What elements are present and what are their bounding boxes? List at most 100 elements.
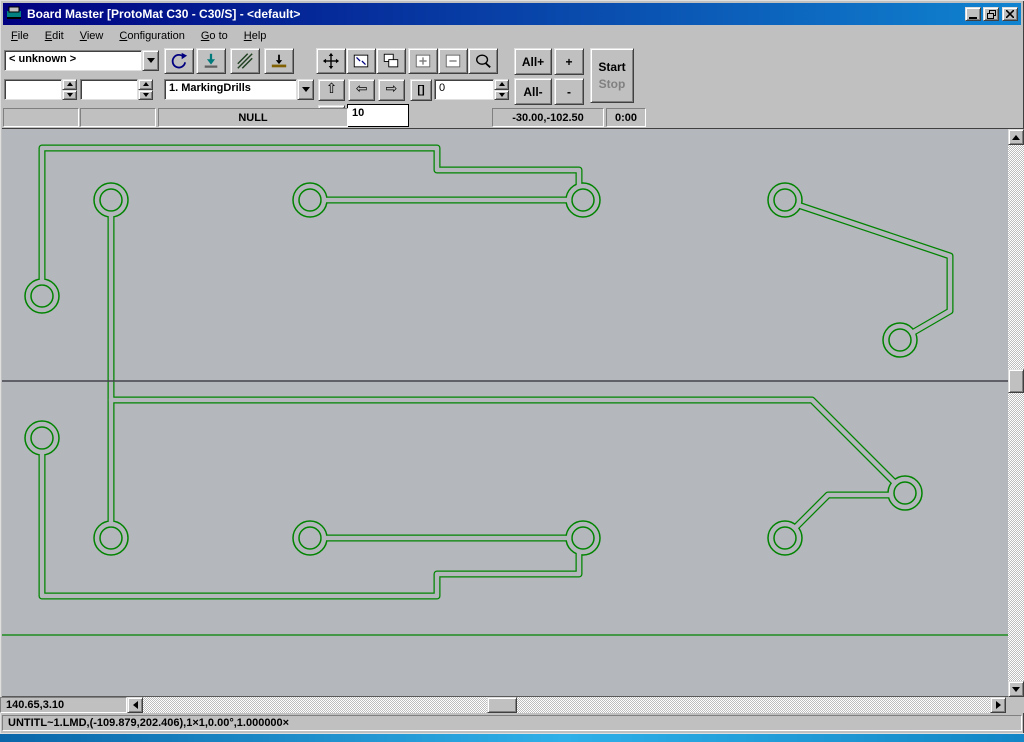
menu-help-label: Help — [244, 30, 267, 42]
production-phase-arrow-icon[interactable] — [297, 79, 314, 100]
scroll-down-icon — [1012, 687, 1020, 692]
x-position-spinner[interactable] — [62, 79, 77, 100]
spin-down-icon[interactable] — [62, 90, 77, 101]
spin-up-icon[interactable] — [138, 79, 153, 90]
menu-goto[interactable]: Go to — [193, 27, 236, 45]
cursor-position-value: 140.65,3.10 — [6, 699, 64, 711]
time-readout-value: 0:00 — [615, 112, 637, 124]
restore-button[interactable] — [983, 7, 999, 21]
zoom-overview-button[interactable] — [376, 48, 406, 74]
head-down-icon — [202, 52, 220, 70]
start-stop-button[interactable]: Start Stop — [590, 48, 634, 103]
all-minus-label: All- — [523, 85, 542, 99]
scroll-up-button[interactable] — [1008, 129, 1024, 145]
start-label[interactable]: Start — [598, 60, 625, 74]
minimize-button[interactable] — [965, 7, 981, 21]
position-readout-value: -30.00,-102.50 — [512, 112, 584, 124]
horizontal-scroll-thumb[interactable] — [487, 697, 517, 713]
production-phase-combo[interactable]: 1. MarkingDrills — [164, 79, 314, 100]
minus-button[interactable]: - — [554, 78, 584, 105]
minus-label: - — [567, 85, 571, 99]
minimize-icon — [969, 17, 977, 19]
pan-view-button[interactable] — [316, 48, 346, 74]
scroll-right-button[interactable] — [990, 697, 1006, 713]
titlebar: Board Master [ProtoMat C30 - C30/S] - <d… — [3, 3, 1021, 25]
production-phase-value: 1. MarkingDrills — [164, 79, 297, 100]
status-cell-1 — [3, 108, 79, 127]
toolbar: < unknown > — [3, 46, 1021, 128]
cursor-position-readout: 140.65,3.10 — [0, 697, 127, 713]
zoom-out-button[interactable] — [438, 48, 468, 74]
status-cell-2 — [80, 108, 156, 127]
menu-help[interactable]: Help — [236, 27, 275, 45]
left-arrow-icon: ⇦ — [356, 81, 368, 97]
y-position-spinner[interactable] — [138, 79, 153, 100]
move-right-button[interactable]: ⇨ — [378, 79, 405, 101]
move-up-button[interactable]: ⇧ — [318, 79, 345, 101]
spin-up-icon[interactable] — [494, 79, 509, 90]
vertical-scroll-thumb[interactable] — [1008, 369, 1024, 393]
line-select-spinner[interactable] — [494, 79, 509, 100]
mill-surface-icon — [270, 52, 288, 70]
head-down-button[interactable] — [196, 48, 226, 74]
move-left-button[interactable]: ⇦ — [348, 79, 375, 101]
close-button[interactable] — [1002, 7, 1018, 21]
background-window-titlebar[interactable] — [0, 733, 1024, 742]
pcb-canvas[interactable] — [2, 128, 1008, 697]
app-icon — [6, 5, 22, 24]
horizontal-scroll-track[interactable] — [143, 697, 990, 713]
refresh-icon — [170, 52, 188, 70]
application-window: Board Master [ProtoMat C30 - C30/S] - <d… — [0, 0, 1024, 742]
brackets-button[interactable]: [] — [410, 79, 432, 101]
zoom-out-icon — [444, 52, 462, 70]
spin-up-icon[interactable] — [62, 79, 77, 90]
time-readout: 0:00 — [606, 108, 646, 127]
brackets-label: [] — [417, 84, 424, 96]
plus-button[interactable]: + — [554, 48, 584, 75]
zoom-in-icon — [414, 52, 432, 70]
plus-label: + — [565, 55, 572, 69]
hatch-button[interactable] — [230, 48, 260, 74]
close-icon — [1006, 10, 1014, 18]
phase-combo[interactable]: < unknown > — [4, 50, 159, 71]
menu-view[interactable]: View — [72, 27, 112, 45]
hatch-icon — [236, 52, 254, 70]
spin-down-icon[interactable] — [138, 90, 153, 101]
statusbar-text: UNTITL~1.LMD,(-109.879,202.406),1×1,0.00… — [8, 717, 289, 729]
scroll-left-button[interactable] — [127, 697, 143, 713]
menu-edit[interactable]: Edit — [37, 27, 72, 45]
pcb-drawing — [2, 129, 1008, 697]
zoom-in-button[interactable] — [408, 48, 438, 74]
all-plus-button[interactable]: All+ — [514, 48, 552, 75]
scroll-right-icon — [996, 701, 1001, 709]
phase-combo-value: < unknown > — [4, 50, 142, 71]
y-position-field[interactable] — [80, 79, 138, 100]
zoom-overview-icon — [382, 52, 400, 70]
all-minus-button[interactable]: All- — [514, 78, 552, 105]
menu-goto-label: Go to — [201, 30, 228, 42]
x-position-field[interactable] — [4, 79, 62, 100]
window-title: Board Master [ProtoMat C30 - C30/S] - <d… — [27, 7, 300, 21]
refresh-button[interactable] — [164, 48, 194, 74]
line-select-field[interactable]: 0 — [434, 79, 494, 100]
mill-surface-button[interactable] — [264, 48, 294, 74]
menu-file[interactable]: File — [3, 27, 37, 45]
magnifier-icon — [474, 52, 492, 70]
zoom-window-icon — [352, 52, 370, 70]
scroll-down-button[interactable] — [1008, 681, 1024, 697]
scroll-left-icon — [133, 701, 138, 709]
zoom-dynamic-button[interactable] — [468, 48, 498, 74]
spin-down-icon[interactable] — [494, 90, 509, 101]
statusbar: UNTITL~1.LMD,(-109.879,202.406),1×1,0.00… — [2, 715, 1022, 731]
phase-combo-arrow-icon[interactable] — [142, 50, 159, 71]
step-size-field[interactable]: 10 — [347, 104, 409, 127]
menu-configuration-label: Configuration — [119, 30, 184, 42]
menu-configuration[interactable]: Configuration — [111, 27, 192, 45]
scrollbar-corner — [1006, 697, 1024, 713]
tool-status: NULL — [158, 108, 348, 127]
zoom-window-button[interactable] — [346, 48, 376, 74]
position-readout: -30.00,-102.50 — [492, 108, 604, 127]
up-arrow-icon: ⇧ — [326, 81, 338, 97]
pan-view-icon — [322, 52, 340, 70]
vertical-scrollbar[interactable] — [1008, 128, 1024, 697]
